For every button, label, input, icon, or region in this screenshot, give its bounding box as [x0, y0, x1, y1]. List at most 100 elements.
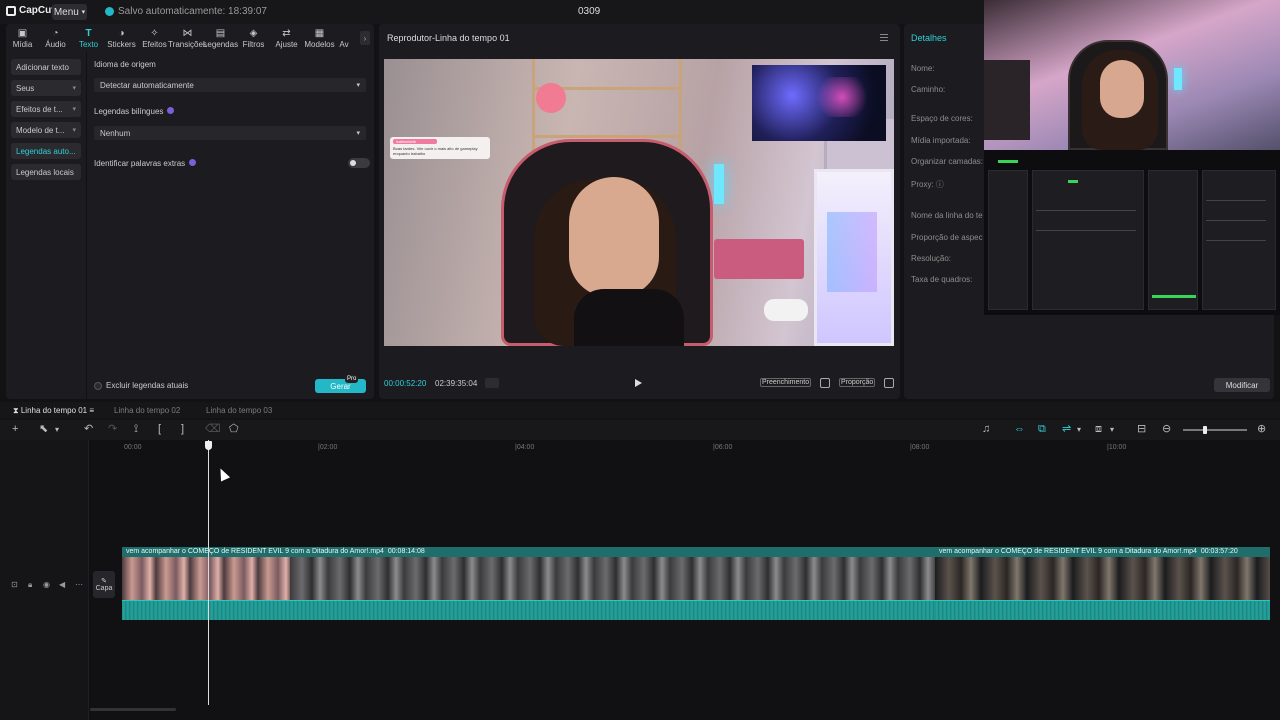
timecode-grid-icon[interactable] — [485, 378, 499, 388]
volume-icon[interactable]: ◀︎ — [59, 580, 65, 589]
undo-icon[interactable]: ↶ — [84, 424, 93, 435]
exclude-captions-label: Excluir legendas atuais — [106, 381, 189, 390]
ratio-button[interactable]: Proporção — [839, 378, 876, 387]
select-tool-icon[interactable]: ⬉ — [39, 424, 48, 435]
tool-adjust[interactable]: ⇄ Ajuste — [270, 24, 303, 52]
category-text-effects[interactable]: Efeitos de t... ▾ — [11, 101, 81, 117]
tool-more[interactable]: Av — [336, 24, 352, 52]
tool-audio[interactable]: ◔ Áudio — [39, 24, 72, 52]
play-icon[interactable] — [635, 379, 642, 387]
chevron-down-icon[interactable]: ▾ — [1077, 424, 1081, 435]
split-icon[interactable]: ⟟ — [134, 424, 138, 435]
category-local-captions[interactable]: Legendas locais — [11, 164, 81, 180]
microphone-icon[interactable]: ♫ — [982, 424, 990, 435]
redo-icon[interactable]: ↷ — [108, 424, 117, 435]
ss-line — [1206, 200, 1266, 201]
tool-text[interactable]: T Texto — [72, 24, 105, 52]
category-add-text[interactable]: Adicionar texto — [11, 59, 81, 75]
linkage-icon[interactable]: ⇌ — [1062, 424, 1071, 435]
modify-button[interactable]: Modificar — [1214, 378, 1270, 392]
ruler-tick: |08:00 — [910, 444, 930, 451]
premium-gem-icon — [167, 107, 175, 114]
bilingual-label: Legendas bilíngues — [94, 107, 164, 116]
transitions-icon: ⋈ — [182, 27, 193, 39]
trim-right-icon[interactable]: ] — [181, 424, 184, 435]
clip-duration: 00:08:14:08 — [387, 548, 425, 555]
bilingual-value: Nenhum — [100, 128, 131, 138]
playhead-handle[interactable] — [205, 441, 212, 450]
extra-words-toggle[interactable] — [348, 158, 370, 168]
timeline-scrollbar[interactable] — [90, 708, 176, 711]
timeline-area[interactable]: 00:00 |02:00 |04:00 |06:00 |08:00 |10:00… — [0, 440, 1280, 720]
more-icon[interactable]: ⋯ — [75, 580, 83, 589]
details-field-layers: Organizar camadas: — [911, 157, 984, 166]
cover-button[interactable]: ✎ Capa — [93, 571, 115, 598]
tool-transitions[interactable]: ⋈ Transições — [168, 24, 207, 52]
eye-icon[interactable]: ◉ — [43, 580, 50, 589]
category-auto-captions[interactable]: Legendas auto... — [11, 143, 81, 159]
tool-label: Transições — [168, 40, 207, 49]
category-label: Seus — [16, 83, 35, 93]
player-menu-icon[interactable] — [880, 34, 888, 41]
chevron-down-icon: ▾ — [356, 130, 360, 137]
playhead[interactable] — [208, 440, 209, 705]
category-text-templates[interactable]: Modelo de t... ▾ — [11, 122, 81, 138]
trim-left-icon[interactable]: [ — [158, 424, 161, 435]
video-preview[interactable]: icallmebeth Boas tardes. Vim ouvir o mai… — [384, 59, 894, 346]
tool-filters[interactable]: ◈ Filtros — [237, 24, 270, 52]
auto-captions-form: Idioma de origem Detectar automaticament… — [94, 60, 370, 168]
fill-button[interactable]: Preenchimento — [760, 378, 812, 387]
zoom-slider-thumb[interactable] — [1203, 426, 1207, 434]
tool-captions[interactable]: ▤ Legendas — [203, 24, 238, 52]
toolbar-scroll-right-icon[interactable]: › — [360, 31, 370, 45]
tool-label: Ajuste — [275, 40, 298, 49]
chevron-down-icon[interactable]: ▾ — [55, 424, 59, 435]
heart-sticker-icon — [536, 83, 566, 113]
preview-controller — [764, 299, 808, 321]
source-language-select[interactable]: Detectar automaticamente ▾ — [94, 78, 366, 92]
ruler-tick: |06:00 — [713, 444, 733, 451]
category-label: Modelo de t... — [16, 125, 65, 135]
add-icon[interactable]: + — [12, 424, 18, 435]
timeline-tab-2[interactable]: Linha do tempo 02 — [114, 406, 180, 415]
marker-icon[interactable]: ⬠ — [229, 424, 239, 435]
timeline-tab-3[interactable]: Linha do tempo 03 — [206, 406, 272, 415]
chevron-down-icon: ▾ — [81, 9, 86, 16]
video-clip[interactable]: vem acompanhar o COMEÇO de RESIDENT EVIL… — [122, 547, 935, 620]
tool-media[interactable]: ▣ Mídia — [6, 24, 39, 52]
category-yours[interactable]: Seus ▾ — [11, 80, 81, 96]
clip-thumbnails — [122, 557, 290, 600]
delete-icon[interactable]: ⌫ — [205, 424, 221, 435]
exclude-captions-row[interactable]: Excluir legendas atuais — [94, 381, 188, 390]
details-title: Detalhes — [911, 33, 947, 43]
tool-stickers[interactable]: ◑ Stickers — [105, 24, 138, 52]
track-frame-icon[interactable]: ⊡ — [11, 580, 18, 589]
tool-effects[interactable]: ✧ Efeitos — [138, 24, 171, 52]
magnet-icon[interactable]: ⧉ — [1038, 424, 1046, 435]
crop-icon[interactable] — [820, 378, 830, 388]
details-field-aspect: Proporção de aspec — [911, 233, 983, 242]
preview-shirt — [574, 289, 684, 346]
zoom-out-icon[interactable]: ⊖ — [1162, 424, 1171, 435]
timeline-ruler[interactable]: 00:00 |02:00 |04:00 |06:00 |08:00 |10:00 — [89, 440, 1280, 454]
lock-icon[interactable]: 🔒︎ — [28, 580, 32, 590]
zoom-in-icon[interactable]: ⊕ — [1257, 424, 1266, 435]
menu-button[interactable]: Menu ▾ — [52, 4, 87, 20]
generate-button[interactable]: Gerar — [315, 379, 366, 393]
video-clip[interactable]: vem acompanhar o COMEÇO de RESIDENT EVIL… — [935, 547, 1270, 620]
pro-badge: Pro — [345, 375, 359, 383]
fit-icon[interactable]: ⊟ — [1137, 424, 1146, 435]
zoom-slider[interactable] — [1183, 429, 1247, 431]
player-title: Reprodutor-Linha do tempo 01 — [387, 33, 510, 43]
preview-desk — [714, 239, 804, 279]
link-main-track-icon[interactable]: ⇔ — [1014, 424, 1025, 435]
timeline-tab-1[interactable]: ⧗ Linha do tempo 01 ≡ — [13, 406, 94, 416]
ss-bar — [998, 160, 1018, 163]
exclude-captions-checkbox[interactable] — [94, 381, 102, 390]
hamburger-icon[interactable]: ≡ — [89, 406, 94, 415]
preview-axis-icon[interactable]: ⧈ — [1095, 424, 1102, 435]
bilingual-select[interactable]: Nenhum ▾ — [94, 126, 366, 140]
fullscreen-icon[interactable] — [884, 378, 894, 388]
tool-templates[interactable]: ▦ Modelos — [303, 24, 336, 52]
chevron-down-icon[interactable]: ▾ — [1110, 424, 1114, 435]
